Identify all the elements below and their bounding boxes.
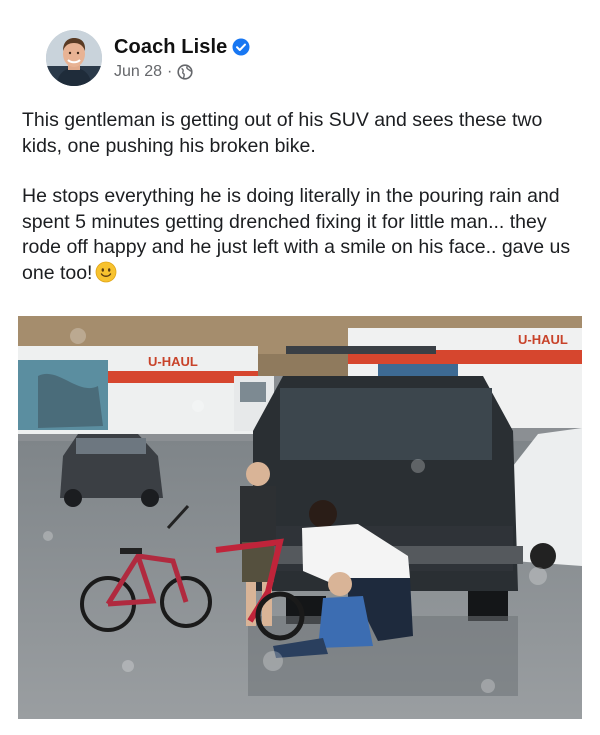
rainy-parking-lot-photo: U-HAUL U-HAUL [18,316,582,719]
verified-badge-icon [232,38,250,56]
post-text: This gentleman is getting out of his SUV… [22,108,582,286]
post-header: Coach Lisle Jun 28 · [46,30,250,86]
post-paragraph: He stops everything he is doing literall… [22,185,571,284]
post-date[interactable]: Jun 28 [114,63,162,81]
avatar[interactable] [46,30,102,86]
globe-icon [177,63,193,80]
avatar-photo [46,30,102,86]
truck-right-logo: U-HAUL [518,332,568,347]
post-paragraph: This gentleman is getting out of his SUV… [22,109,543,157]
post-photo[interactable]: U-HAUL U-HAUL [18,316,582,719]
smiling-face-emoji-icon [95,261,117,283]
truck-left-logo: U-HAUL [148,354,198,369]
meta-separator: · [167,62,173,80]
author-name[interactable]: Coach Lisle [114,36,227,59]
